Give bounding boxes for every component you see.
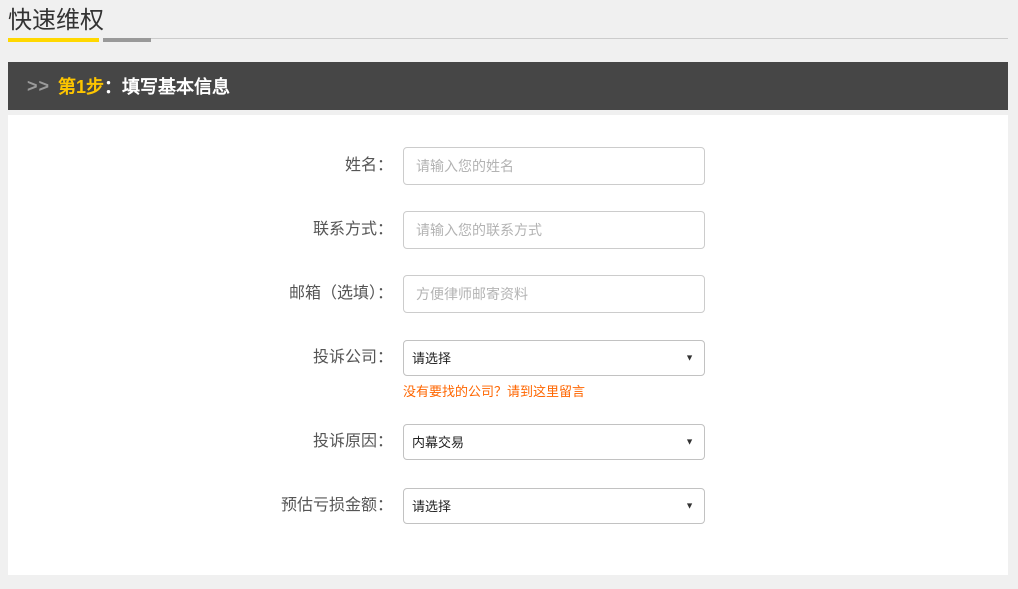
loss-amount-label: 预估亏损金额： (8, 487, 403, 525)
company-control-column: 请选择 ▼ 没有要找的公司？请到这里留言 (403, 339, 705, 400)
company-label: 投诉公司： (8, 339, 403, 377)
step-title: ：填写基本信息 (104, 73, 230, 99)
page-title: 快速维权 (8, 0, 1008, 36)
step-header-bar: >> 第1步 ：填写基本信息 (8, 62, 1008, 110)
title-underline-gray (103, 38, 151, 42)
title-underline-line (151, 38, 1008, 39)
title-underline-yellow (8, 38, 99, 42)
company-select[interactable]: 请选择 (403, 340, 705, 376)
company-not-found-link[interactable]: 没有要找的公司？请到这里留言 (403, 381, 705, 400)
form-row-email: 邮箱（选填）： (8, 275, 1008, 313)
email-label: 邮箱（选填）： (8, 275, 403, 313)
form-row-contact: 联系方式： (8, 211, 1008, 249)
form-panel: 姓名： 联系方式： 邮箱（选填）： 投诉公司： 请选择 ▼ 没有要找的公司？请到… (8, 115, 1008, 575)
contact-input[interactable] (403, 211, 705, 249)
contact-label: 联系方式： (8, 211, 403, 249)
chevrons-icon: >> (27, 76, 50, 97)
name-label: 姓名： (8, 147, 403, 185)
name-input[interactable] (403, 147, 705, 185)
form-row-name: 姓名： (8, 147, 1008, 185)
loss-amount-select[interactable]: 请选择 (403, 488, 705, 524)
form-row-company: 投诉公司： 请选择 ▼ 没有要找的公司？请到这里留言 (8, 339, 1008, 400)
page-container: 快速维权 >> 第1步 ：填写基本信息 姓名： 联系方式： 邮箱（选填）： 投诉… (8, 0, 1008, 575)
email-input[interactable] (403, 275, 705, 313)
step-number-label: 第1步 (58, 73, 104, 99)
loss-amount-select-wrap: 请选择 ▼ (403, 488, 705, 524)
company-select-wrap: 请选择 ▼ (403, 340, 705, 376)
reason-select-wrap: 内幕交易 ▼ (403, 424, 705, 460)
reason-select[interactable]: 内幕交易 (403, 424, 705, 460)
form-row-loss-amount: 预估亏损金额： 请选择 ▼ (8, 487, 1008, 525)
reason-label: 投诉原因： (8, 423, 403, 461)
form-row-reason: 投诉原因： 内幕交易 ▼ (8, 423, 1008, 461)
title-underline (8, 38, 1008, 42)
